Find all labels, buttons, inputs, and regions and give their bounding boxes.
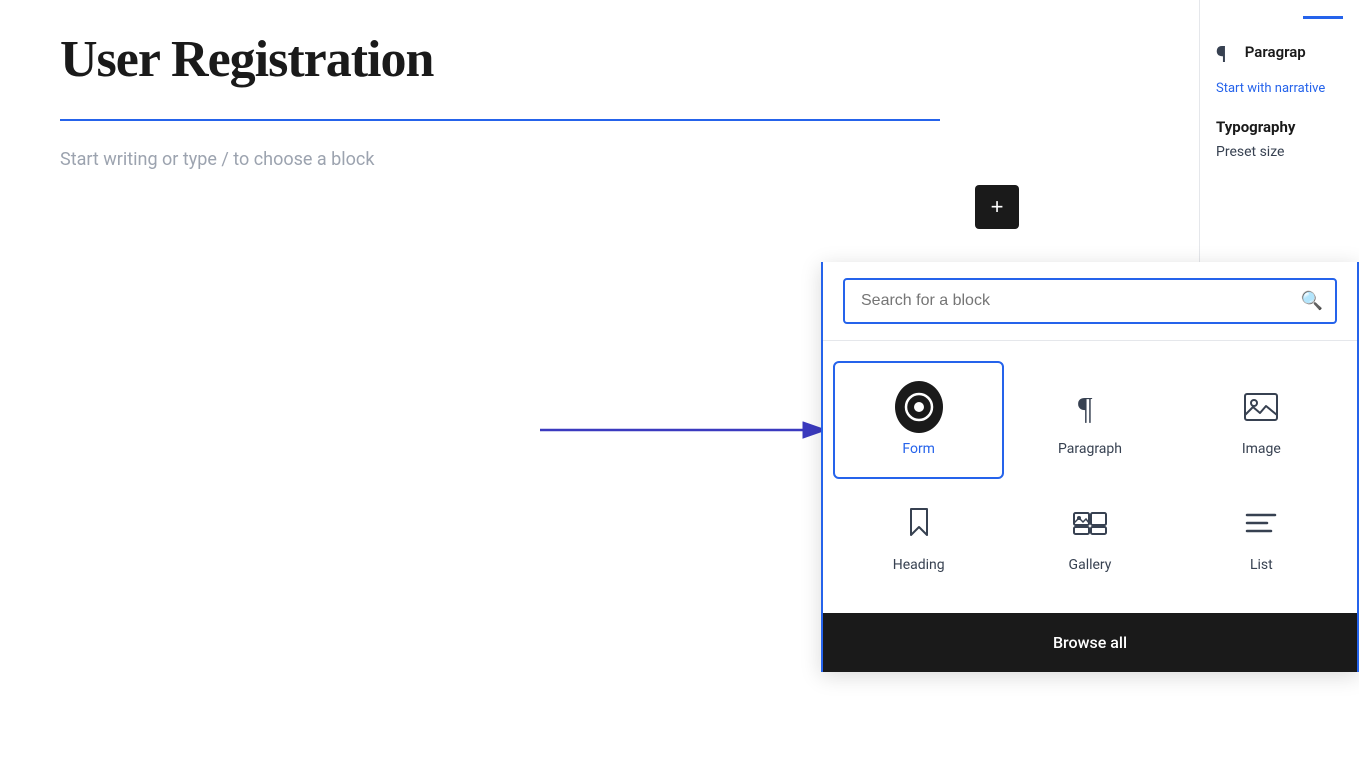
- sidebar-paragraph-desc: Start with narrative: [1216, 80, 1343, 98]
- paragraph-label: Paragraph: [1058, 441, 1122, 457]
- search-wrapper: 🔍: [843, 278, 1337, 324]
- add-block-button[interactable]: +: [975, 185, 1019, 229]
- form-icon: [895, 383, 943, 431]
- list-label: List: [1250, 557, 1273, 573]
- right-sidebar: ¶ Paragrap Start with narrative Typograp…: [1199, 0, 1359, 262]
- gallery-label: Gallery: [1069, 557, 1112, 573]
- block-item-form[interactable]: Form: [833, 361, 1004, 479]
- heading-label: Heading: [893, 557, 945, 573]
- block-item-image[interactable]: Image: [1176, 361, 1347, 479]
- blocks-grid: Form ¶ Paragraph Image: [823, 341, 1357, 603]
- image-label: Image: [1242, 441, 1281, 457]
- typography-label: Typography: [1216, 118, 1343, 136]
- block-item-gallery[interactable]: Gallery: [1004, 479, 1175, 593]
- sidebar-paragraph-icon: ¶: [1216, 43, 1227, 68]
- search-input[interactable]: [843, 278, 1337, 324]
- sidebar-accent-bar: [1303, 16, 1343, 19]
- block-picker-panel: 🔍 Form ¶ Paragraph: [821, 262, 1359, 672]
- plus-icon: +: [991, 194, 1004, 220]
- search-container: 🔍: [823, 262, 1357, 341]
- gallery-icon: [1066, 499, 1114, 547]
- editor-placeholder: Start writing or type / to choose a bloc…: [60, 149, 1140, 170]
- title-divider: [60, 119, 940, 121]
- image-icon: [1237, 383, 1285, 431]
- paragraph-icon: ¶: [1066, 383, 1114, 431]
- preset-size-label: Preset size: [1216, 144, 1343, 160]
- list-icon: [1237, 499, 1285, 547]
- sidebar-paragraph-title: Paragrap: [1245, 43, 1306, 61]
- page-title: User Registration: [60, 30, 1140, 89]
- browse-all-button[interactable]: Browse all: [823, 613, 1357, 672]
- svg-text:¶: ¶: [1078, 390, 1093, 425]
- block-item-paragraph[interactable]: ¶ Paragraph: [1004, 361, 1175, 479]
- form-label: Form: [902, 441, 935, 457]
- block-item-heading[interactable]: Heading: [833, 479, 1004, 593]
- block-item-list[interactable]: List: [1176, 479, 1347, 593]
- heading-icon: [895, 499, 943, 547]
